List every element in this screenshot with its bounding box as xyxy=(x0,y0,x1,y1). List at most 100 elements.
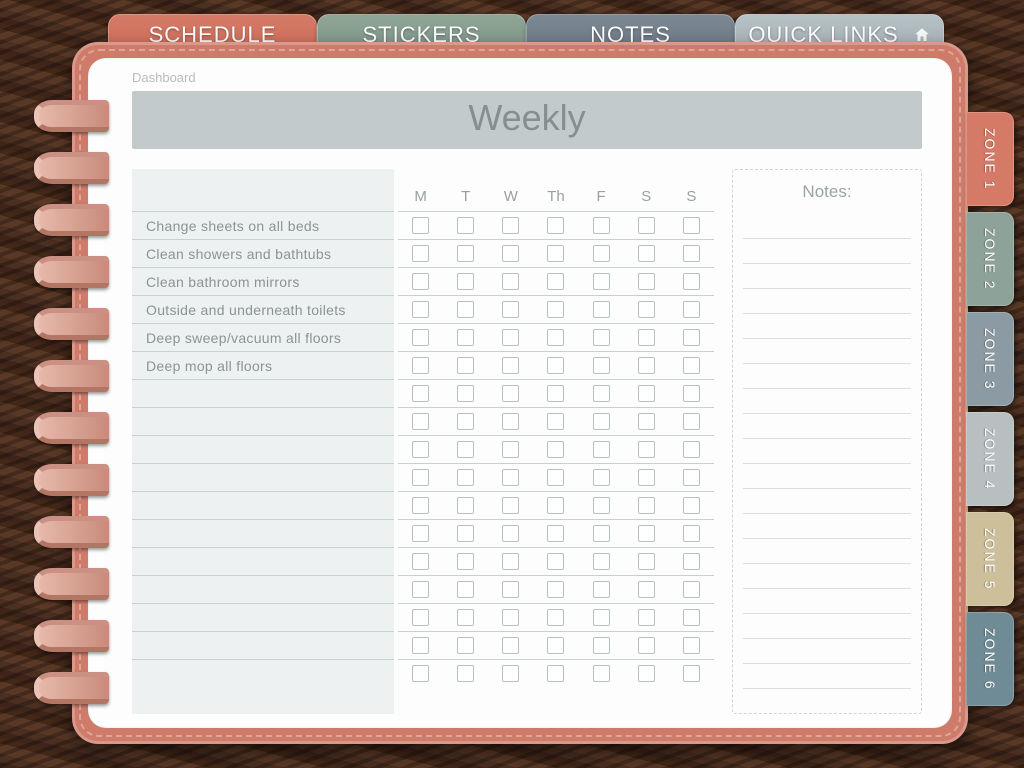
checkbox[interactable] xyxy=(502,497,519,514)
checkbox[interactable] xyxy=(412,581,429,598)
checkbox[interactable] xyxy=(683,357,700,374)
checkbox[interactable] xyxy=(457,441,474,458)
checkbox[interactable] xyxy=(593,609,610,626)
checkbox[interactable] xyxy=(457,553,474,570)
checkbox[interactable] xyxy=(547,385,564,402)
checkbox[interactable] xyxy=(593,301,610,318)
checkbox[interactable] xyxy=(638,273,655,290)
checkbox[interactable] xyxy=(412,245,429,262)
checkbox[interactable] xyxy=(547,525,564,542)
checkbox[interactable] xyxy=(593,357,610,374)
checkbox[interactable] xyxy=(683,385,700,402)
checkbox[interactable] xyxy=(547,581,564,598)
checkbox[interactable] xyxy=(502,441,519,458)
checkbox[interactable] xyxy=(547,245,564,262)
checkbox[interactable] xyxy=(683,217,700,234)
checkbox[interactable] xyxy=(683,553,700,570)
checkbox[interactable] xyxy=(412,385,429,402)
note-line[interactable] xyxy=(743,614,911,639)
side-tab-zone-6[interactable]: ZONE 6 xyxy=(966,612,1014,706)
checkbox[interactable] xyxy=(683,469,700,486)
checkbox[interactable] xyxy=(683,581,700,598)
checkbox[interactable] xyxy=(502,609,519,626)
checkbox[interactable] xyxy=(412,665,429,682)
checkbox[interactable] xyxy=(502,357,519,374)
checkbox[interactable] xyxy=(412,357,429,374)
note-line[interactable] xyxy=(743,439,911,464)
side-tab-zone-1[interactable]: ZONE 1 xyxy=(966,112,1014,206)
checkbox[interactable] xyxy=(638,581,655,598)
note-line[interactable] xyxy=(743,464,911,489)
checkbox[interactable] xyxy=(457,581,474,598)
checkbox[interactable] xyxy=(593,553,610,570)
checkbox[interactable] xyxy=(638,217,655,234)
checkbox[interactable] xyxy=(502,581,519,598)
checkbox[interactable] xyxy=(457,329,474,346)
checkbox[interactable] xyxy=(502,301,519,318)
checkbox[interactable] xyxy=(547,497,564,514)
checkbox[interactable] xyxy=(412,217,429,234)
checkbox[interactable] xyxy=(547,609,564,626)
note-line[interactable] xyxy=(743,564,911,589)
checkbox[interactable] xyxy=(502,385,519,402)
checkbox[interactable] xyxy=(593,665,610,682)
checkbox[interactable] xyxy=(457,273,474,290)
note-line[interactable] xyxy=(743,639,911,664)
checkbox[interactable] xyxy=(502,273,519,290)
checkbox[interactable] xyxy=(593,217,610,234)
checkbox[interactable] xyxy=(638,357,655,374)
note-line[interactable] xyxy=(743,589,911,614)
checkbox[interactable] xyxy=(412,329,429,346)
checkbox[interactable] xyxy=(412,273,429,290)
checkbox[interactable] xyxy=(502,525,519,542)
checkbox[interactable] xyxy=(683,329,700,346)
note-line[interactable] xyxy=(743,389,911,414)
breadcrumb[interactable]: Dashboard xyxy=(132,70,922,85)
note-line[interactable] xyxy=(743,264,911,289)
checkbox[interactable] xyxy=(593,441,610,458)
side-tab-zone-2[interactable]: ZONE 2 xyxy=(966,212,1014,306)
checkbox[interactable] xyxy=(412,497,429,514)
checkbox[interactable] xyxy=(412,525,429,542)
side-tab-zone-3[interactable]: ZONE 3 xyxy=(966,312,1014,406)
checkbox[interactable] xyxy=(502,329,519,346)
note-line[interactable] xyxy=(743,314,911,339)
checkbox[interactable] xyxy=(412,553,429,570)
note-line[interactable] xyxy=(743,339,911,364)
checkbox[interactable] xyxy=(547,553,564,570)
checkbox[interactable] xyxy=(593,637,610,654)
checkbox[interactable] xyxy=(547,357,564,374)
checkbox[interactable] xyxy=(683,525,700,542)
checkbox[interactable] xyxy=(502,245,519,262)
checkbox[interactable] xyxy=(683,497,700,514)
checkbox[interactable] xyxy=(502,217,519,234)
checkbox[interactable] xyxy=(638,637,655,654)
checkbox[interactable] xyxy=(638,245,655,262)
checkbox[interactable] xyxy=(412,609,429,626)
note-line[interactable] xyxy=(743,539,911,564)
checkbox[interactable] xyxy=(593,469,610,486)
checkbox[interactable] xyxy=(502,637,519,654)
note-line[interactable] xyxy=(743,364,911,389)
checkbox[interactable] xyxy=(593,385,610,402)
note-line[interactable] xyxy=(743,489,911,514)
checkbox[interactable] xyxy=(593,273,610,290)
checkbox[interactable] xyxy=(457,413,474,430)
checkbox[interactable] xyxy=(683,637,700,654)
note-line[interactable] xyxy=(743,414,911,439)
checkbox[interactable] xyxy=(457,245,474,262)
checkbox[interactable] xyxy=(593,525,610,542)
checkbox[interactable] xyxy=(593,413,610,430)
checkbox[interactable] xyxy=(547,441,564,458)
side-tab-zone-4[interactable]: ZONE 4 xyxy=(966,412,1014,506)
checkbox[interactable] xyxy=(638,413,655,430)
checkbox[interactable] xyxy=(457,497,474,514)
note-line[interactable] xyxy=(743,289,911,314)
checkbox[interactable] xyxy=(502,469,519,486)
checkbox[interactable] xyxy=(683,245,700,262)
checkbox[interactable] xyxy=(457,357,474,374)
checkbox[interactable] xyxy=(638,525,655,542)
checkbox[interactable] xyxy=(593,497,610,514)
checkbox[interactable] xyxy=(547,217,564,234)
checkbox[interactable] xyxy=(457,609,474,626)
